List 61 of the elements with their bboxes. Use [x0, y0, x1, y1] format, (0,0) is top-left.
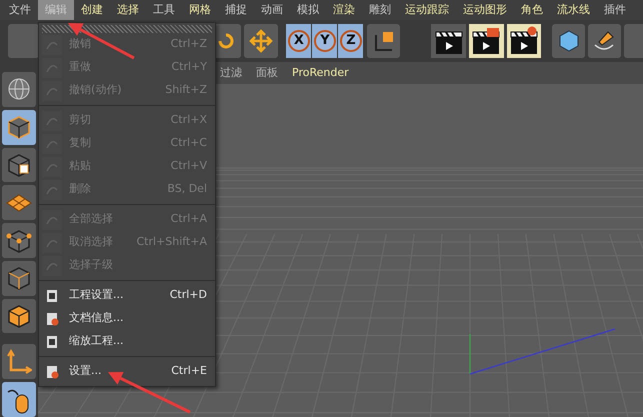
rotate-icon: [216, 31, 236, 51]
sidebar-tool-button[interactable]: [2, 223, 36, 258]
menu-item[interactable]: 选择: [110, 0, 146, 20]
axis-letter: Y: [314, 30, 336, 52]
axis-lock-button[interactable]: X: [286, 24, 312, 58]
sidebar-tool-button[interactable]: [2, 382, 36, 417]
disabled-command-icon: [42, 80, 62, 100]
axis-letter: Z: [340, 30, 362, 52]
disabled-command-icon: [42, 232, 62, 252]
cube-button[interactable]: [552, 24, 585, 58]
grid-plane-icon: [6, 194, 32, 212]
sidebar-tool-button[interactable]: [2, 148, 36, 182]
viewport-menu-item[interactable]: 面板: [256, 64, 278, 82]
menu-item[interactable]: 角色: [514, 0, 550, 20]
render-button[interactable]: [468, 24, 504, 58]
disabled-command-icon: [42, 110, 62, 130]
disabled-command-icon: [42, 58, 62, 78]
menu-item[interactable]: 流水线: [550, 0, 597, 20]
menu-item[interactable]: 运动图形: [456, 0, 514, 20]
disabled-command-icon: [42, 34, 62, 54]
coordinate-system-button[interactable]: [367, 24, 400, 58]
menu-item[interactable]: 运动跟踪: [398, 0, 456, 20]
menu-item[interactable]: 网格: [182, 0, 218, 20]
menu-item[interactable]: 雕刻: [362, 0, 398, 20]
menu-entry[interactable]: 文档信息...: [39, 307, 215, 330]
axis-lock-button[interactable]: Z: [338, 24, 364, 58]
menu-item[interactable]: 模拟: [290, 0, 326, 20]
clapperboard-icon: [471, 26, 502, 56]
menu-item[interactable]: 创建: [74, 0, 110, 20]
menu-item[interactable]: 文件: [2, 0, 38, 20]
menu-entry[interactable]: 设置... Ctrl+E: [39, 360, 215, 383]
pen-icon: [592, 29, 616, 53]
disabled-command-icon: [42, 180, 62, 200]
viewport-menu-item[interactable]: 过滤: [220, 64, 242, 82]
disabled-command-icon: [42, 156, 62, 176]
disabled-command-icon: [42, 134, 62, 154]
disabled-command-icon: [42, 210, 62, 230]
pen-button[interactable]: [588, 24, 621, 58]
axis-letter: X: [288, 30, 310, 52]
checker-cube-icon: [6, 152, 32, 178]
sidebar-tool-button[interactable]: [2, 260, 36, 296]
clapperboard-icon: [508, 26, 539, 56]
axis-lock-button[interactable]: Y: [312, 24, 338, 58]
arrow-drawing: [66, 21, 136, 60]
sidebar-tool-button[interactable]: [2, 110, 36, 145]
move-button[interactable]: [244, 24, 278, 58]
move-icon: [249, 29, 274, 53]
menu-entry[interactable]: 缩放工程...: [39, 330, 215, 353]
sidebar-tool-button[interactable]: [2, 298, 36, 334]
globe-icon: [6, 76, 32, 102]
menu-item[interactable]: 插件: [597, 0, 633, 20]
menu-item[interactable]: 渲染: [326, 0, 362, 20]
viewport-menu-item[interactable]: ProRender: [292, 64, 349, 82]
disabled-command-icon: [42, 256, 62, 276]
render-button[interactable]: [431, 24, 466, 58]
axis-icon: [6, 348, 32, 375]
menu-entry[interactable]: 工程设置... Ctrl+D: [39, 284, 215, 307]
menu-item[interactable]: 动画: [254, 0, 290, 20]
menu-item[interactable]: 工具: [146, 0, 182, 20]
render-button[interactable]: [506, 24, 542, 58]
menu-item[interactable]: 捕捉: [218, 0, 254, 20]
